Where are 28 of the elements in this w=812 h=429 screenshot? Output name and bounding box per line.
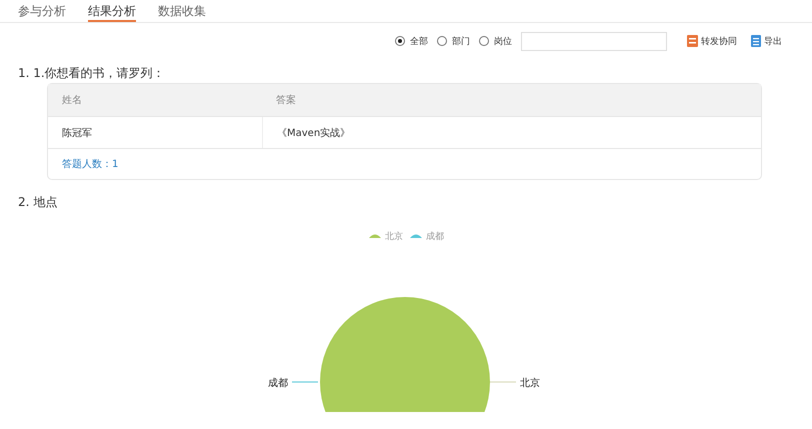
action-link[interactable]: 导出 (751, 34, 782, 48)
document-icon (751, 35, 761, 47)
legend-label: 北京 (385, 230, 403, 242)
search-field[interactable] (521, 32, 667, 50)
radio-label: 部门 (452, 36, 470, 48)
pie-label: 北京 (520, 378, 540, 389)
radio-option[interactable]: 全部 (395, 34, 428, 48)
question-title: 2. 地点 (17, 194, 58, 210)
radio-label: 全部 (410, 36, 428, 48)
table-cell-text: 陈冠军 (61, 126, 93, 140)
radio-icon[interactable] (479, 36, 489, 46)
pie-label: 成都 (268, 378, 288, 389)
column-header: 姓名 (61, 94, 83, 108)
column-header: 答案 (275, 94, 297, 108)
tab[interactable]: 数据收集 (158, 3, 206, 22)
radio-icon[interactable] (395, 36, 405, 46)
radio-option[interactable]: 部门 (437, 34, 470, 48)
radio-icon[interactable] (437, 36, 447, 46)
radio-option[interactable]: 岗位 (479, 34, 512, 48)
radio-label: 岗位 (494, 36, 512, 48)
respondent-count: 答题人数：1 (62, 158, 118, 171)
table-cell: 《Maven实战》 (262, 117, 761, 148)
legend-label: 成都 (426, 230, 444, 242)
document-icon (687, 35, 698, 47)
action-link[interactable]: 转发协同 (687, 34, 737, 48)
question-title: 1. 1.你想看的书，请罗列： (17, 65, 166, 81)
tab[interactable]: 参与分析 (18, 3, 66, 22)
tab[interactable]: 结果分析 (88, 3, 136, 22)
